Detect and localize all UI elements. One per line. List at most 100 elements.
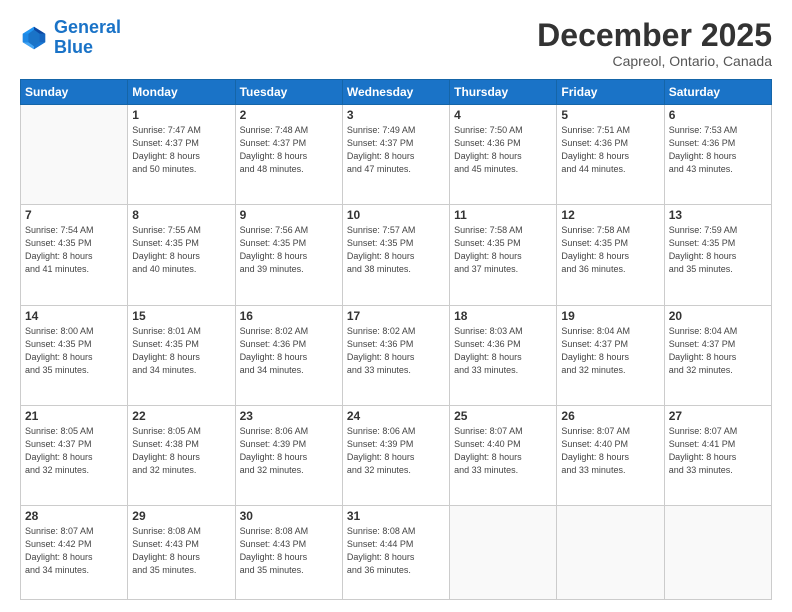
day-info: Sunrise: 7:49 AM Sunset: 4:37 PM Dayligh… xyxy=(347,124,445,176)
calendar-cell: 4 Sunrise: 7:50 AM Sunset: 4:36 PM Daylig… xyxy=(450,105,557,205)
calendar-cell xyxy=(21,105,128,205)
day-info: Sunrise: 7:59 AM Sunset: 4:35 PM Dayligh… xyxy=(669,224,767,276)
day-info: Sunrise: 8:07 AM Sunset: 4:40 PM Dayligh… xyxy=(561,425,659,477)
calendar-cell: 17 Sunrise: 8:02 AM Sunset: 4:36 PM Dayli… xyxy=(342,305,449,405)
day-number: 13 xyxy=(669,208,767,222)
day-info: Sunrise: 7:54 AM Sunset: 4:35 PM Dayligh… xyxy=(25,224,123,276)
calendar-cell: 18 Sunrise: 8:03 AM Sunset: 4:36 PM Dayli… xyxy=(450,305,557,405)
day-number: 8 xyxy=(132,208,230,222)
day-info: Sunrise: 8:02 AM Sunset: 4:36 PM Dayligh… xyxy=(240,325,338,377)
title-area: December 2025 Capreol, Ontario, Canada xyxy=(537,18,772,69)
day-number: 27 xyxy=(669,409,767,423)
calendar-cell: 12Sunrise: 7:58 AM Sunset: 4:35 PM Dayli… xyxy=(557,205,664,305)
calendar-cell: 13 Sunrise: 7:59 AM Sunset: 4:35 PM Dayli… xyxy=(664,205,771,305)
day-number: 31 xyxy=(347,509,445,523)
calendar-cell: 25 Sunrise: 8:07 AM Sunset: 4:40 PM Dayli… xyxy=(450,405,557,505)
calendar-cell xyxy=(450,505,557,599)
day-number: 10 xyxy=(347,208,445,222)
day-of-week-header: Tuesday xyxy=(235,80,342,105)
location-subtitle: Capreol, Ontario, Canada xyxy=(537,53,772,69)
calendar-week-row: 14 Sunrise: 8:00 AM Sunset: 4:35 PM Dayli… xyxy=(21,305,772,405)
calendar-cell: 9Sunrise: 7:56 AM Sunset: 4:35 PM Daylig… xyxy=(235,205,342,305)
calendar-cell: 5Sunrise: 7:51 AM Sunset: 4:36 PM Daylig… xyxy=(557,105,664,205)
calendar-header-row: SundayMondayTuesdayWednesdayThursdayFrid… xyxy=(21,80,772,105)
day-info: Sunrise: 8:06 AM Sunset: 4:39 PM Dayligh… xyxy=(347,425,445,477)
logo: General Blue xyxy=(20,18,121,58)
day-of-week-header: Sunday xyxy=(21,80,128,105)
day-info: Sunrise: 7:48 AM Sunset: 4:37 PM Dayligh… xyxy=(240,124,338,176)
day-info: Sunrise: 8:00 AM Sunset: 4:35 PM Dayligh… xyxy=(25,325,123,377)
day-number: 21 xyxy=(25,409,123,423)
calendar-cell: 16 Sunrise: 8:02 AM Sunset: 4:36 PM Dayli… xyxy=(235,305,342,405)
day-number: 4 xyxy=(454,108,552,122)
day-info: Sunrise: 7:47 AM Sunset: 4:37 PM Dayligh… xyxy=(132,124,230,176)
day-number: 26 xyxy=(561,409,659,423)
calendar-cell: 7 Sunrise: 7:54 AM Sunset: 4:35 PM Daylig… xyxy=(21,205,128,305)
day-number: 6 xyxy=(669,108,767,122)
logo-text: General Blue xyxy=(54,18,121,58)
day-number: 30 xyxy=(240,509,338,523)
calendar-cell: 3 Sunrise: 7:49 AM Sunset: 4:37 PM Daylig… xyxy=(342,105,449,205)
day-number: 5 xyxy=(561,108,659,122)
header: General Blue December 2025 Capreol, Onta… xyxy=(20,18,772,69)
day-info: Sunrise: 8:04 AM Sunset: 4:37 PM Dayligh… xyxy=(561,325,659,377)
day-number: 3 xyxy=(347,108,445,122)
day-number: 12 xyxy=(561,208,659,222)
calendar-cell: 11Sunrise: 7:58 AM Sunset: 4:35 PM Dayli… xyxy=(450,205,557,305)
day-number: 28 xyxy=(25,509,123,523)
day-number: 18 xyxy=(454,309,552,323)
calendar-cell xyxy=(557,505,664,599)
calendar-week-row: 21 Sunrise: 8:05 AM Sunset: 4:37 PM Dayli… xyxy=(21,405,772,505)
day-info: Sunrise: 7:53 AM Sunset: 4:36 PM Dayligh… xyxy=(669,124,767,176)
day-number: 16 xyxy=(240,309,338,323)
calendar-cell: 10 Sunrise: 7:57 AM Sunset: 4:35 PM Dayli… xyxy=(342,205,449,305)
day-info: Sunrise: 8:08 AM Sunset: 4:43 PM Dayligh… xyxy=(132,525,230,577)
day-number: 22 xyxy=(132,409,230,423)
calendar-week-row: 28 Sunrise: 8:07 AM Sunset: 4:42 PM Dayli… xyxy=(21,505,772,599)
day-info: Sunrise: 7:57 AM Sunset: 4:35 PM Dayligh… xyxy=(347,224,445,276)
day-info: Sunrise: 8:07 AM Sunset: 4:40 PM Dayligh… xyxy=(454,425,552,477)
day-number: 25 xyxy=(454,409,552,423)
day-info: Sunrise: 7:55 AM Sunset: 4:35 PM Dayligh… xyxy=(132,224,230,276)
day-of-week-header: Monday xyxy=(128,80,235,105)
calendar-cell: 15 Sunrise: 8:01 AM Sunset: 4:35 PM Dayli… xyxy=(128,305,235,405)
day-number: 20 xyxy=(669,309,767,323)
calendar-cell: 8 Sunrise: 7:55 AM Sunset: 4:35 PM Daylig… xyxy=(128,205,235,305)
day-of-week-header: Thursday xyxy=(450,80,557,105)
day-info: Sunrise: 8:08 AM Sunset: 4:43 PM Dayligh… xyxy=(240,525,338,577)
calendar-cell: 28 Sunrise: 8:07 AM Sunset: 4:42 PM Dayli… xyxy=(21,505,128,599)
day-number: 19 xyxy=(561,309,659,323)
calendar-cell: 27 Sunrise: 8:07 AM Sunset: 4:41 PM Dayli… xyxy=(664,405,771,505)
day-number: 17 xyxy=(347,309,445,323)
calendar-cell xyxy=(664,505,771,599)
day-info: Sunrise: 8:06 AM Sunset: 4:39 PM Dayligh… xyxy=(240,425,338,477)
calendar-cell: 30 Sunrise: 8:08 AM Sunset: 4:43 PM Dayli… xyxy=(235,505,342,599)
day-number: 1 xyxy=(132,108,230,122)
page: General Blue December 2025 Capreol, Onta… xyxy=(0,0,792,612)
calendar-table: SundayMondayTuesdayWednesdayThursdayFrid… xyxy=(20,79,772,600)
day-number: 15 xyxy=(132,309,230,323)
day-info: Sunrise: 7:50 AM Sunset: 4:36 PM Dayligh… xyxy=(454,124,552,176)
calendar-week-row: 7 Sunrise: 7:54 AM Sunset: 4:35 PM Daylig… xyxy=(21,205,772,305)
day-number: 29 xyxy=(132,509,230,523)
day-info: Sunrise: 8:05 AM Sunset: 4:37 PM Dayligh… xyxy=(25,425,123,477)
day-info: Sunrise: 8:07 AM Sunset: 4:42 PM Dayligh… xyxy=(25,525,123,577)
day-info: Sunrise: 8:07 AM Sunset: 4:41 PM Dayligh… xyxy=(669,425,767,477)
day-info: Sunrise: 8:08 AM Sunset: 4:44 PM Dayligh… xyxy=(347,525,445,577)
day-of-week-header: Wednesday xyxy=(342,80,449,105)
day-number: 7 xyxy=(25,208,123,222)
day-number: 14 xyxy=(25,309,123,323)
day-of-week-header: Saturday xyxy=(664,80,771,105)
day-of-week-header: Friday xyxy=(557,80,664,105)
day-number: 9 xyxy=(240,208,338,222)
calendar-cell: 24Sunrise: 8:06 AM Sunset: 4:39 PM Dayli… xyxy=(342,405,449,505)
calendar-cell: 31 Sunrise: 8:08 AM Sunset: 4:44 PM Dayli… xyxy=(342,505,449,599)
calendar-cell: 22Sunrise: 8:05 AM Sunset: 4:38 PM Dayli… xyxy=(128,405,235,505)
calendar-week-row: 1 Sunrise: 7:47 AM Sunset: 4:37 PM Daylig… xyxy=(21,105,772,205)
day-number: 2 xyxy=(240,108,338,122)
calendar-cell: 20Sunrise: 8:04 AM Sunset: 4:37 PM Dayli… xyxy=(664,305,771,405)
day-info: Sunrise: 8:02 AM Sunset: 4:36 PM Dayligh… xyxy=(347,325,445,377)
day-info: Sunrise: 8:03 AM Sunset: 4:36 PM Dayligh… xyxy=(454,325,552,377)
calendar-cell: 1 Sunrise: 7:47 AM Sunset: 4:37 PM Daylig… xyxy=(128,105,235,205)
day-info: Sunrise: 8:01 AM Sunset: 4:35 PM Dayligh… xyxy=(132,325,230,377)
